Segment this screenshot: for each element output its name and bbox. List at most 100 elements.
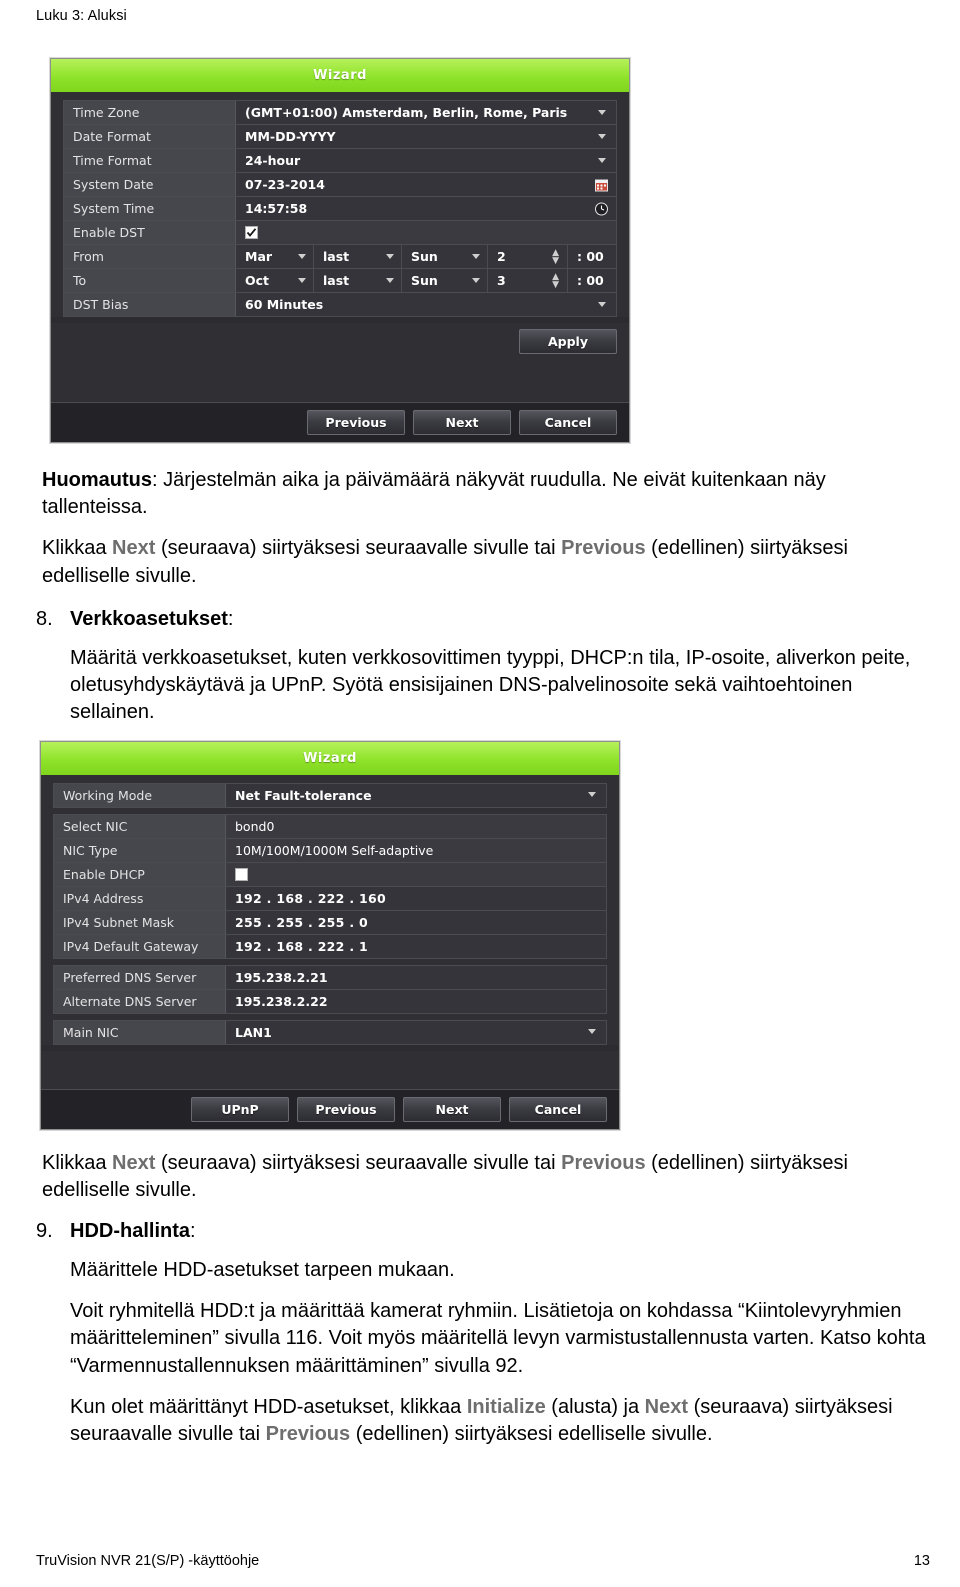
row-system-date: System Date 07-23-2014	[64, 173, 616, 197]
field-preferred-dns[interactable]: 195.238.2.21	[226, 965, 606, 989]
row-date-format: Date Format MM-DD-YYYY	[64, 125, 616, 149]
apply-button[interactable]: Apply	[519, 329, 617, 354]
row-ipv4-default-gateway: IPv4 Default Gateway 192 . 168 . 222 . 1	[54, 934, 606, 958]
checkbox-enable-dst[interactable]	[245, 226, 258, 239]
dropdown-working-mode[interactable]: Net Fault-tolerance	[226, 783, 606, 807]
main-nic-pane: Main NIC LAN1	[53, 1019, 607, 1045]
wizard-title-bar-network: Wizard	[41, 741, 619, 775]
dropdown-date-format[interactable]: MM-DD-YYYY	[236, 125, 616, 148]
chevron-down-icon	[472, 277, 480, 283]
label-system-time: System Time	[64, 197, 236, 220]
footer-page-number: 13	[913, 1553, 930, 1569]
dropdown-dst-from-weekday[interactable]: Sun	[402, 245, 488, 268]
label-preferred-dns: Preferred DNS Server	[54, 965, 226, 989]
list-heading-8: Verkkoasetukset:	[70, 606, 233, 633]
wizard-footer-network: UPnP Previous Next Cancel	[41, 1088, 619, 1129]
previous-button[interactable]: Previous	[297, 1096, 395, 1122]
nav1-part-a: Klikkaa	[42, 537, 113, 560]
dropdown-dst-to-week[interactable]: last	[314, 269, 402, 292]
chevron-down-icon	[598, 109, 606, 115]
list-number-8: 8.	[36, 607, 53, 630]
item9-body-paragraph-2: Voit ryhmitellä HDD:t ja määrittää kamer…	[70, 1300, 926, 1377]
final-initialize-term: Initialize	[466, 1395, 546, 1418]
wizard-title-text-network: Wizard	[303, 750, 357, 766]
dns-settings-pane: Preferred DNS Server 195.238.2.21 Altern…	[53, 964, 607, 1014]
spinner-icon[interactable]: ▲ ▼	[552, 248, 559, 265]
value-select-nic: bond0	[235, 818, 275, 834]
item9-final-paragraph: Kun olet määrittänyt HDD-asetukset, klik…	[70, 1394, 936, 1448]
dropdown-main-nic[interactable]: LAN1	[226, 1020, 606, 1044]
text-block-after-figure-2: Klikkaa Next (seuraava) siirtyäksesi seu…	[36, 1150, 936, 1449]
label-select-nic: Select NIC	[54, 814, 226, 838]
working-mode-pane: Working Mode Net Fault-tolerance	[53, 782, 607, 808]
spinner-icon[interactable]: ▲ ▼	[552, 272, 559, 289]
value-ipv4-default-gateway: 192 . 168 . 222 . 1	[235, 938, 369, 954]
dropdown-dst-to-month[interactable]: Oct	[236, 269, 314, 292]
item8-body-paragraph: Määritä verkkoasetukset, kuten verkkosov…	[70, 646, 911, 724]
value-dst-from-hour: 2	[497, 249, 506, 264]
clock-icon[interactable]	[595, 202, 608, 215]
nav1-part-b: (seuraava) siirtyäksesi seuraavalle sivu…	[155, 537, 562, 560]
chevron-down-icon	[386, 277, 394, 283]
row-alternate-dns: Alternate DNS Server 195.238.2.22	[54, 989, 606, 1013]
dropdown-time-format[interactable]: 24-hour	[236, 149, 616, 172]
value-ipv4-address: 192 . 168 . 222 . 160	[235, 890, 387, 906]
value-ipv4-subnet-mask: 255 . 255 . 255 . 0	[235, 914, 369, 930]
field-ipv4-address[interactable]: 192 . 168 . 222 . 160	[226, 886, 606, 910]
next-button[interactable]: Next	[403, 1096, 501, 1122]
cancel-button[interactable]: Cancel	[509, 1096, 607, 1122]
field-ipv4-default-gateway[interactable]: 192 . 168 . 222 . 1	[226, 934, 606, 958]
wizard-title-bar: Wizard	[51, 59, 629, 92]
row-enable-dhcp: Enable DHCP	[54, 862, 606, 887]
field-system-date[interactable]: 07-23-2014	[236, 173, 616, 196]
row-select-nic: Select NIC bond0	[54, 814, 606, 839]
row-system-time: System Time 14:57:58	[64, 197, 616, 221]
field-system-time[interactable]: 14:57:58	[236, 197, 616, 220]
wizard-network-blank-area	[41, 1050, 619, 1089]
item9-colon: :	[190, 1219, 196, 1242]
field-alternate-dns[interactable]: 195.238.2.22	[226, 989, 606, 1013]
value-time-zone: (GMT+01:00) Amsterdam, Berlin, Rome, Par…	[245, 105, 568, 120]
dropdown-dst-from-week[interactable]: last	[314, 245, 402, 268]
value-preferred-dns: 195.238.2.21	[235, 969, 328, 985]
item9-body-paragraph-1: Määrittele HDD-asetukset tarpeen mukaan.	[70, 1259, 455, 1282]
dropdown-dst-to-weekday[interactable]: Sun	[402, 269, 488, 292]
value-time-format: 24-hour	[245, 153, 301, 168]
cancel-button[interactable]: Cancel	[519, 410, 617, 435]
label-working-mode: Working Mode	[54, 783, 226, 807]
note-paragraph: Huomautus: Järjestelmän aika ja päivämää…	[42, 467, 936, 521]
row-main-nic: Main NIC LAN1	[54, 1020, 606, 1044]
field-ipv4-subnet-mask[interactable]: 255 . 255 . 255 . 0	[226, 910, 606, 934]
label-time-format: Time Format	[64, 149, 236, 172]
nav2-next-term: Next	[112, 1151, 156, 1174]
field-dst-from-minute[interactable]: : 00	[568, 245, 616, 268]
final-next-term: Next	[644, 1395, 689, 1418]
label-enable-dst: Enable DST	[64, 221, 236, 244]
note-label: Huomautus	[42, 469, 152, 491]
dropdown-time-zone[interactable]: (GMT+01:00) Amsterdam, Berlin, Rome, Par…	[236, 101, 616, 124]
nic-settings-pane: Select NIC bond0 NIC Type 10M/100M/1000M…	[53, 813, 607, 959]
stepper-dst-from-hour[interactable]: 2 ▲ ▼	[488, 245, 568, 268]
footer-document-title: TruVision NVR 21(S/P) -käyttöohje	[36, 1553, 260, 1569]
cell-enable-dhcp	[226, 862, 606, 886]
value-dst-to-weekday: Sun	[411, 273, 438, 288]
final-previous-term: Previous	[265, 1423, 351, 1445]
previous-button[interactable]: Previous	[307, 410, 405, 435]
nav2-part-a: Klikkaa	[42, 1151, 113, 1174]
item8-colon: :	[227, 607, 234, 630]
value-system-time: 14:57:58	[245, 201, 308, 216]
chevron-down-icon	[472, 253, 480, 259]
checkbox-enable-dhcp[interactable]	[235, 867, 248, 881]
value-nic-type: 10M/100M/1000M Self-adaptive	[235, 842, 434, 858]
dropdown-dst-from-month[interactable]: Mar	[236, 245, 314, 268]
wizard-body-network: Working Mode Net Fault-tolerance Select …	[41, 774, 619, 1045]
label-ipv4-subnet-mask: IPv4 Subnet Mask	[54, 910, 226, 934]
row-time-format: Time Format 24-hour	[64, 149, 616, 173]
dropdown-dst-bias[interactable]: 60 Minutes	[236, 293, 616, 316]
page-footer: TruVision NVR 21(S/P) -käyttöohje 13	[36, 1553, 930, 1569]
next-button[interactable]: Next	[413, 410, 511, 435]
field-dst-to-minute[interactable]: : 00	[568, 269, 616, 292]
calendar-icon[interactable]	[595, 178, 608, 191]
upnp-button[interactable]: UPnP	[191, 1096, 289, 1122]
stepper-dst-to-hour[interactable]: 3 ▲ ▼	[488, 269, 568, 292]
